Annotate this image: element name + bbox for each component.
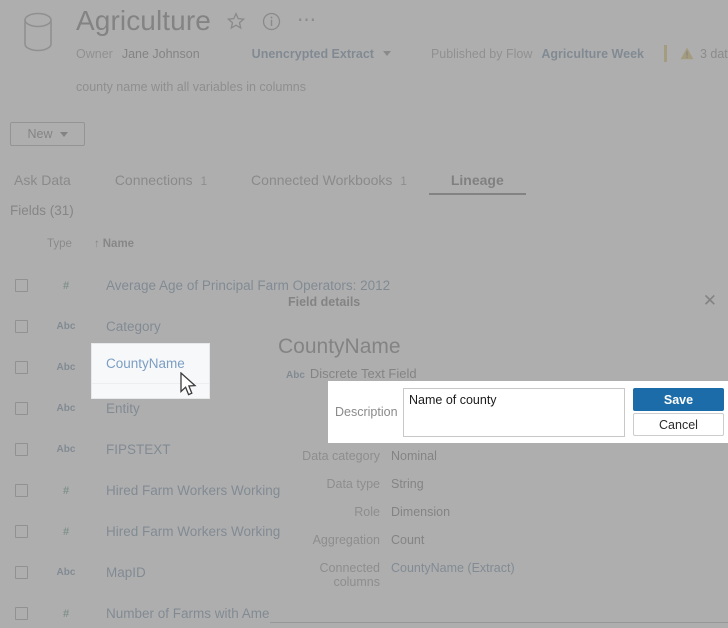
tab-count: 1 xyxy=(200,176,208,188)
row-checkbox[interactable] xyxy=(15,484,28,497)
table-row[interactable]: Abc Category xyxy=(0,306,300,347)
table-row[interactable]: # Average Age of Principal Farm Operator… xyxy=(0,265,390,306)
table-row[interactable]: # Number of Farms with Ame xyxy=(0,593,300,628)
database-cylinder-icon xyxy=(24,12,52,52)
column-header-type[interactable]: Type xyxy=(47,238,72,250)
row-type-badge: Abc xyxy=(56,567,76,578)
page-title: Agriculture xyxy=(76,5,211,36)
metadata-row: Owner Jane Johnson Unencrypted Extract P… xyxy=(76,45,728,62)
field-details-title: Field details xyxy=(288,295,361,309)
row-field-name[interactable]: Category xyxy=(106,319,161,334)
row-checkbox[interactable] xyxy=(15,607,28,620)
data-quality-warning-text[interactable]: 3 data quality w xyxy=(700,47,728,61)
row-field-name[interactable]: Hired Farm Workers Working xyxy=(106,524,280,539)
table-row[interactable]: # Hired Farm Workers Working xyxy=(0,470,300,511)
save-button[interactable]: Save xyxy=(633,388,724,411)
hovered-field-name-chip[interactable]: CountyName xyxy=(91,343,210,399)
property-value: Dimension xyxy=(391,505,451,519)
title-row: Agriculture ⋯ xyxy=(76,4,317,38)
description-input[interactable] xyxy=(403,387,625,437)
row-checkbox[interactable] xyxy=(15,566,28,579)
row-field-name[interactable]: Average Age of Principal Farm Operators:… xyxy=(106,278,390,293)
row-field-name[interactable]: Entity xyxy=(106,401,140,416)
close-icon[interactable]: ✕ xyxy=(703,292,717,309)
star-icon[interactable] xyxy=(225,10,247,32)
row-checkbox[interactable] xyxy=(15,279,28,292)
table-row[interactable]: Abc FIPSTEXT xyxy=(0,429,300,470)
tab-label: Connected Workbooks xyxy=(251,172,393,188)
row-type-badge: # xyxy=(62,525,70,538)
tab-label: Connections xyxy=(114,172,193,188)
fields-table: # Average Age of Principal Farm Operator… xyxy=(0,265,390,628)
property-row: Role Dimension xyxy=(278,505,728,533)
row-field-name[interactable]: FIPSTEXT xyxy=(106,442,171,457)
cancel-button[interactable]: Cancel xyxy=(633,413,724,436)
chevron-down-icon xyxy=(59,131,68,137)
datasource-description: county name with all variables in column… xyxy=(76,80,306,94)
row-type-badge: # xyxy=(62,279,70,292)
published-by-label: Published by Flow xyxy=(430,46,533,61)
new-button[interactable]: New xyxy=(10,122,85,146)
row-type-badge: Abc xyxy=(56,362,76,373)
row-type-badge: Abc xyxy=(56,444,76,455)
table-row[interactable]: # Hired Farm Workers Working xyxy=(0,511,300,552)
ellipsis-icon[interactable]: ⋯ xyxy=(297,11,317,30)
row-checkbox[interactable] xyxy=(15,320,28,333)
row-type-badge: Abc xyxy=(56,321,76,332)
tab-count: 1 xyxy=(400,176,407,188)
info-circle-icon[interactable] xyxy=(261,10,283,32)
new-button-label: New xyxy=(27,127,53,141)
hovered-field-name-label: CountyName xyxy=(106,356,185,371)
row-field-name[interactable]: MapID xyxy=(106,565,146,580)
fields-count-label: Fields (31) xyxy=(10,203,74,218)
description-editor-actions: Save Cancel xyxy=(633,388,724,436)
tab-label: Ask Data xyxy=(14,172,71,188)
published-by-flow-link[interactable]: Agriculture Week xyxy=(541,47,644,61)
row-checkbox[interactable] xyxy=(15,443,28,456)
property-row: Connected columns CountyName (Extract) xyxy=(278,561,728,589)
tab-bar: Ask Data Connections 1 Connected Workboo… xyxy=(6,172,526,195)
property-label: Data type xyxy=(326,477,380,491)
field-name-heading: CountyName xyxy=(278,335,401,358)
divider xyxy=(270,622,728,623)
owner-name: Jane Johnson xyxy=(121,46,200,61)
row-field-name[interactable]: Number of Farms with Ame xyxy=(106,606,270,621)
property-value: Nominal xyxy=(391,449,437,463)
row-type-badge: Abc xyxy=(56,403,76,414)
connected-columns-link[interactable]: CountyName (Extract) xyxy=(391,561,515,575)
row-checkbox[interactable] xyxy=(15,525,28,538)
property-value: Count xyxy=(391,533,425,547)
description-label: Description xyxy=(335,405,398,419)
row-type-badge: # xyxy=(62,607,70,620)
tab-connected-workbooks[interactable]: Connected Workbooks 1 xyxy=(229,172,429,195)
divider xyxy=(92,383,209,384)
sort-ascending-icon: ↑ xyxy=(94,238,100,250)
extract-status-link[interactable]: Unencrypted Extract xyxy=(252,47,374,61)
tab-connections[interactable]: Connections 1 xyxy=(93,172,229,195)
column-header-name[interactable]: ↑ Name xyxy=(94,238,134,250)
tab-ask-data[interactable]: Ask Data xyxy=(6,172,93,195)
chevron-down-icon[interactable] xyxy=(382,51,391,56)
table-row[interactable]: Abc MapID xyxy=(0,552,300,593)
owner-label: Owner xyxy=(76,46,113,61)
property-label: Data category xyxy=(302,449,380,463)
column-header-name-label: Name xyxy=(102,238,135,250)
property-row: Data category Nominal xyxy=(278,449,728,477)
property-label: Aggregation xyxy=(312,533,380,547)
row-type-badge: # xyxy=(62,484,70,497)
property-label: Role xyxy=(354,505,380,519)
row-field-name[interactable]: Hired Farm Workers Working xyxy=(106,483,280,498)
tab-label: Lineage xyxy=(450,172,504,188)
property-row: Data type String xyxy=(278,477,728,505)
row-checkbox[interactable] xyxy=(15,361,28,374)
property-value: String xyxy=(391,477,424,491)
warning-triangle-icon xyxy=(680,47,694,60)
row-checkbox[interactable] xyxy=(15,402,28,415)
property-row: Aggregation Count xyxy=(278,533,728,561)
description-editor-popover: Description Save Cancel xyxy=(328,381,728,443)
divider xyxy=(663,45,667,62)
datasource-page: Agriculture ⋯ Owner Jane Johnson Unencry… xyxy=(0,0,728,628)
property-label: Connected columns xyxy=(319,561,380,589)
tab-lineage[interactable]: Lineage xyxy=(428,172,526,195)
